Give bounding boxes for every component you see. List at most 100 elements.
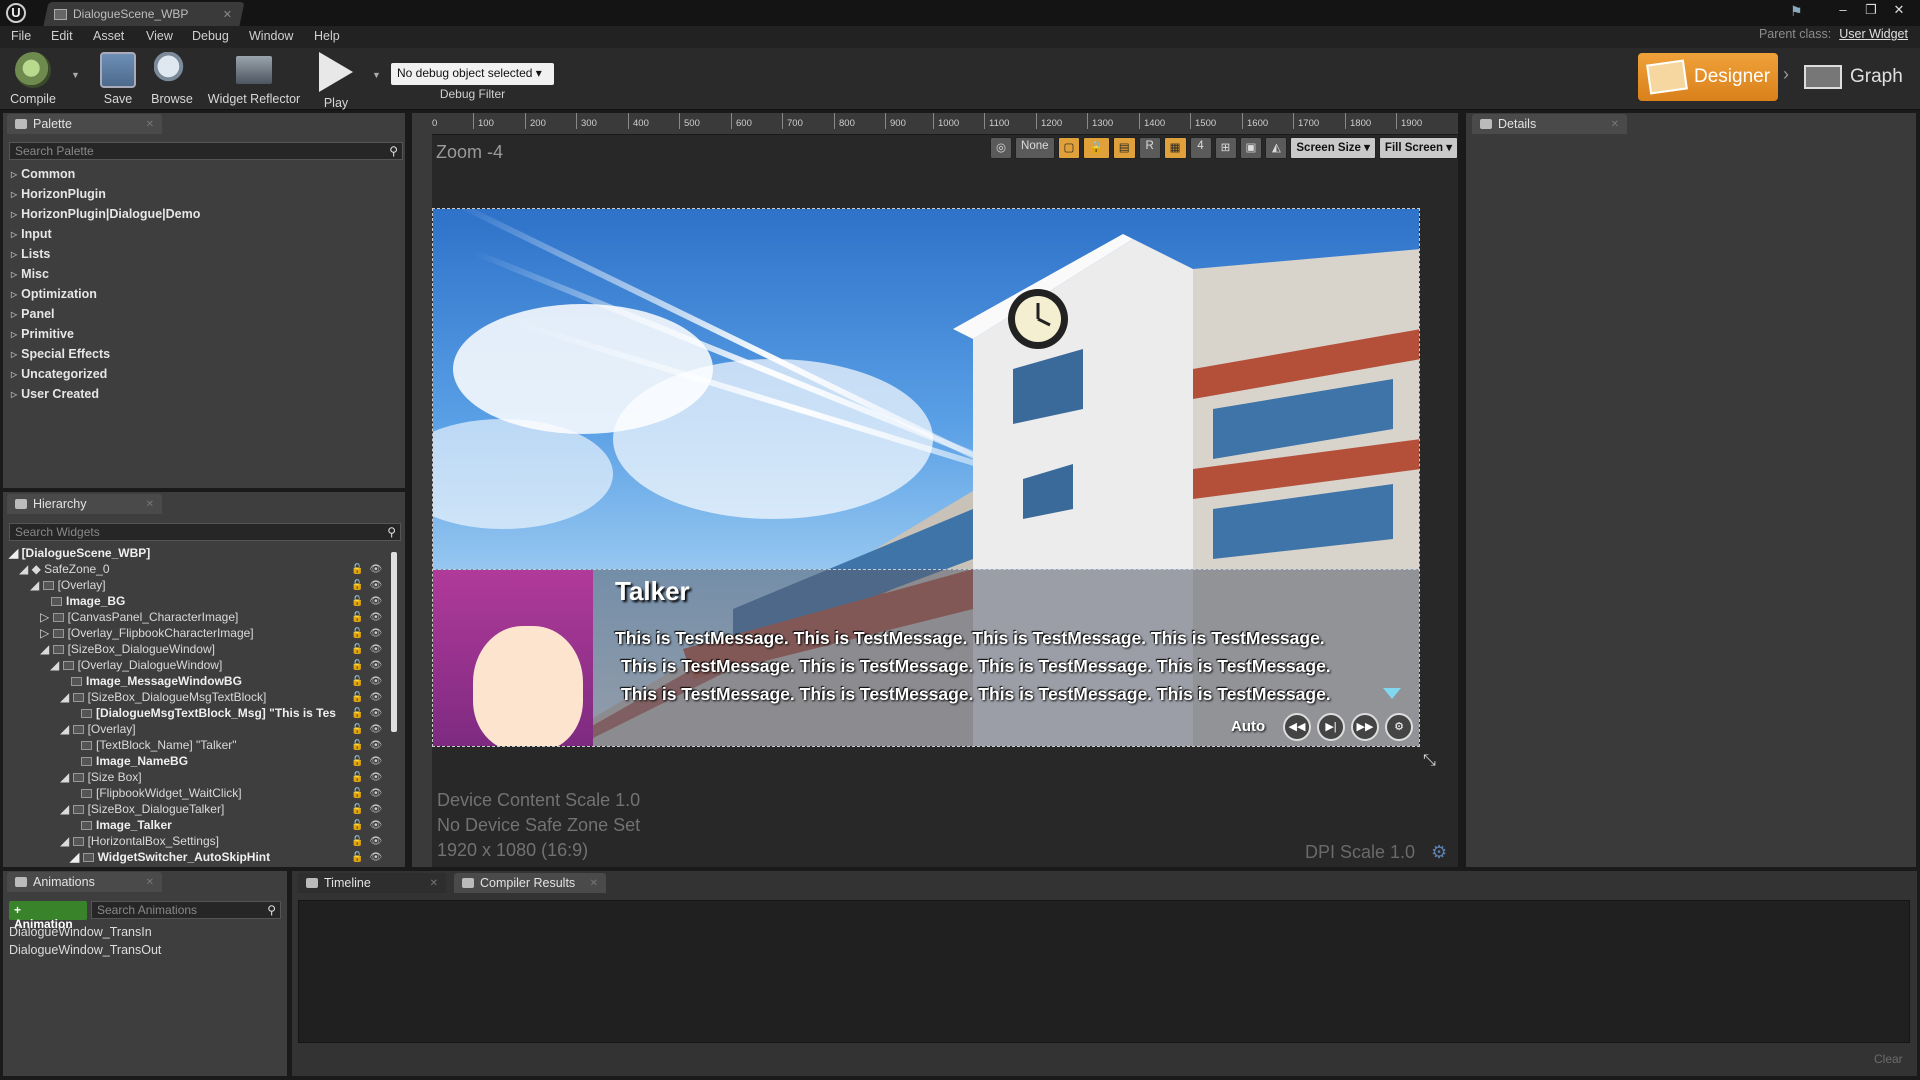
palette-category-optimization[interactable]: Optimization — [11, 287, 97, 301]
tab-details[interactable]: Details ✕ — [1472, 114, 1627, 134]
tree-item[interactable]: ◢ [Overlay_DialogueWindow] — [50, 658, 222, 672]
widget-preview[interactable]: Talker This is TestMessage. This is Test… — [432, 208, 1420, 747]
tree-item[interactable]: Image_MessageWindowBG — [71, 674, 242, 688]
lock-icon[interactable]: 🔒 — [1083, 137, 1110, 159]
timeline-icon — [306, 878, 318, 888]
tree-item[interactable]: ▷ [CanvasPanel_CharacterImage] — [40, 610, 238, 624]
clear-button[interactable]: Clear — [1874, 1052, 1903, 1066]
image-preview-icon[interactable]: ▣ — [1239, 137, 1263, 159]
tab-animations[interactable]: Animations ✕ — [7, 872, 162, 892]
tree-item[interactable]: ◢ [HorizontalBox_Settings] — [60, 834, 219, 848]
show-outlines-icon[interactable]: ▤ — [1112, 137, 1136, 159]
play-options-dropdown-icon[interactable]: ▼ — [372, 70, 381, 80]
tree-item[interactable]: ◢ [SizeBox_DialogueMsgTextBlock] — [60, 690, 266, 704]
screen-size-dropdown[interactable]: Screen Size ▾ — [1290, 137, 1376, 159]
debug-object-select[interactable]: No debug object selected ▾ — [391, 63, 554, 85]
animation-item[interactable]: DialogueWindow_TransOut — [9, 943, 161, 957]
close-compiler-results-icon[interactable]: ✕ — [590, 878, 598, 889]
menu-view[interactable]: View — [146, 29, 173, 43]
compile-button[interactable]: Compile — [6, 52, 60, 108]
close-tab-icon[interactable]: ✕ — [223, 8, 232, 21]
tab-palette[interactable]: Palette ✕ — [7, 114, 162, 134]
tab-compiler-results[interactable]: Compiler Results ✕ — [454, 873, 606, 893]
tree-item-root[interactable]: ◢ [DialogueScene_WBP] — [9, 546, 150, 560]
palette-category-misc[interactable]: Misc — [11, 267, 49, 281]
menu-debug[interactable]: Debug — [192, 29, 229, 43]
palette-category-common[interactable]: Common — [11, 167, 75, 181]
designer-mode-button[interactable]: Designer — [1638, 53, 1778, 101]
tree-item[interactable]: ◢ [Overlay] — [60, 722, 136, 736]
palette-category-primitive[interactable]: Primitive — [11, 327, 74, 341]
menu-asset[interactable]: Asset — [93, 29, 124, 43]
minimize-button[interactable]: ‒ — [1832, 2, 1854, 18]
parent-class-link[interactable]: User Widget — [1839, 27, 1908, 41]
source-control-icon[interactable]: ⚑ — [1790, 3, 1810, 21]
respect-locks-icon[interactable]: ▢ — [1057, 137, 1081, 159]
tree-item[interactable]: ▷ [Overlay_FlipbookCharacterImage] — [40, 626, 254, 640]
widget-reflector-button[interactable]: Widget Reflector — [206, 52, 302, 108]
compile-options-dropdown-icon[interactable]: ▼ — [71, 70, 80, 80]
tree-item-selected[interactable]: [DialogueMsgTextBlock_Msg] "This is Tes — [81, 706, 336, 720]
localization-preview-icon[interactable]: ◎ — [990, 137, 1013, 159]
hierarchy-scrollbar[interactable] — [391, 552, 397, 732]
animation-item[interactable]: DialogueWindow_TransIn — [9, 925, 152, 939]
grid-snap-icon[interactable]: ▦ — [1163, 137, 1187, 159]
hierarchy-search-input[interactable]: Search Widgets ⚲ — [9, 523, 401, 541]
relative-transform-toggle[interactable]: R — [1138, 137, 1161, 159]
tree-item[interactable]: ◢ [SizeBox_DialogueWindow] — [40, 642, 215, 656]
palette-category-panel[interactable]: Panel — [11, 307, 54, 321]
add-animation-button[interactable]: + Animation — [9, 901, 87, 931]
play-button[interactable]: Play — [314, 52, 358, 110]
palette-category-special-effects[interactable]: Special Effects — [11, 347, 110, 361]
tree-item[interactable]: ◢ ◆ SafeZone_0 — [19, 562, 110, 576]
close-animations-icon[interactable]: ✕ — [146, 877, 154, 888]
grid-size-select[interactable]: 4 — [1189, 137, 1212, 159]
mirror-icon[interactable]: ◭ — [1265, 137, 1288, 159]
close-window-button[interactable]: ✕ — [1888, 2, 1910, 18]
tree-item[interactable]: ◢ [Size Box] — [60, 770, 142, 784]
tree-item[interactable]: Image_NameBG — [81, 754, 188, 768]
skip-button[interactable]: ▶▶ — [1351, 713, 1379, 741]
widget-blueprint-icon — [54, 8, 67, 20]
close-palette-icon[interactable]: ✕ — [146, 119, 154, 130]
menu-help[interactable]: Help — [314, 29, 340, 43]
transform-mode-icon[interactable]: ⊞ — [1214, 137, 1237, 159]
tree-item[interactable]: ◢ [Overlay] — [30, 578, 106, 592]
palette-category-uncategorized[interactable]: Uncategorized — [11, 367, 107, 381]
culture-select[interactable]: None — [1015, 137, 1055, 159]
settings-button[interactable]: ⚙ — [1385, 713, 1413, 741]
tab-timeline[interactable]: Timeline ✕ — [298, 873, 446, 893]
tree-item[interactable]: [FlipbookWidget_WaitClick] — [81, 786, 242, 800]
menu-edit[interactable]: Edit — [51, 29, 73, 43]
graph-mode-button[interactable]: Graph — [1800, 53, 1915, 101]
palette-category-input[interactable]: Input — [11, 227, 52, 241]
tree-item[interactable]: Image_Talker — [81, 818, 172, 832]
animations-search-input[interactable]: Search Animations ⚲ — [91, 901, 281, 919]
tree-item[interactable]: [TextBlock_Name] "Talker" — [81, 738, 237, 752]
rewind-button[interactable]: ◀◀ — [1283, 713, 1311, 741]
menu-window[interactable]: Window — [249, 29, 293, 43]
tree-item[interactable]: Image_BG — [51, 594, 125, 608]
palette-category-lists[interactable]: Lists — [11, 247, 50, 261]
tree-item[interactable]: ◢ [SizeBox_DialogueTalker] — [60, 802, 224, 816]
palette-category-horizonplugin[interactable]: HorizonPlugin — [11, 187, 106, 201]
menu-file[interactable]: File — [11, 29, 31, 43]
palette-search-input[interactable]: Search Palette ⚲ — [9, 142, 403, 160]
lock-visibility-icons[interactable]: 🔓👁 🔓👁 🔓👁 🔓👁 🔓👁 🔓👁 🔓👁 🔓👁 🔓👁 🔓👁 🔓👁 🔓👁 🔓👁 🔓👁 🔓👁 🔓👁 🔓👁 🔓👁 🔓👁 — [351, 562, 388, 866]
fill-screen-dropdown[interactable]: Fill Screen ▾ — [1378, 137, 1459, 159]
palette-category-horizon-dialogue-demo[interactable]: HorizonPlugin|Dialogue|Demo — [11, 207, 200, 221]
maximize-button[interactable]: ❐ — [1860, 2, 1882, 18]
close-details-icon[interactable]: ✕ — [1611, 119, 1619, 130]
document-tab[interactable]: DialogueScene_WBP ✕ — [54, 2, 240, 26]
save-button[interactable]: Save — [96, 52, 140, 108]
close-hierarchy-icon[interactable]: ✕ — [146, 499, 154, 510]
tab-hierarchy[interactable]: Hierarchy ✕ — [7, 494, 162, 514]
auto-play-button[interactable]: ▶| — [1317, 713, 1345, 741]
resize-handle-icon[interactable]: ⤡ — [1423, 752, 1436, 770]
close-timeline-icon[interactable]: ✕ — [430, 878, 438, 889]
compile-label: Compile — [10, 92, 56, 106]
tree-item[interactable]: ◢ WidgetSwitcher_AutoSkipHint — [70, 850, 270, 864]
browse-button[interactable]: Browse — [147, 52, 197, 108]
palette-category-user-created[interactable]: User Created — [11, 387, 99, 401]
dpi-settings-gear-icon[interactable]: ⚙ — [1431, 842, 1447, 863]
